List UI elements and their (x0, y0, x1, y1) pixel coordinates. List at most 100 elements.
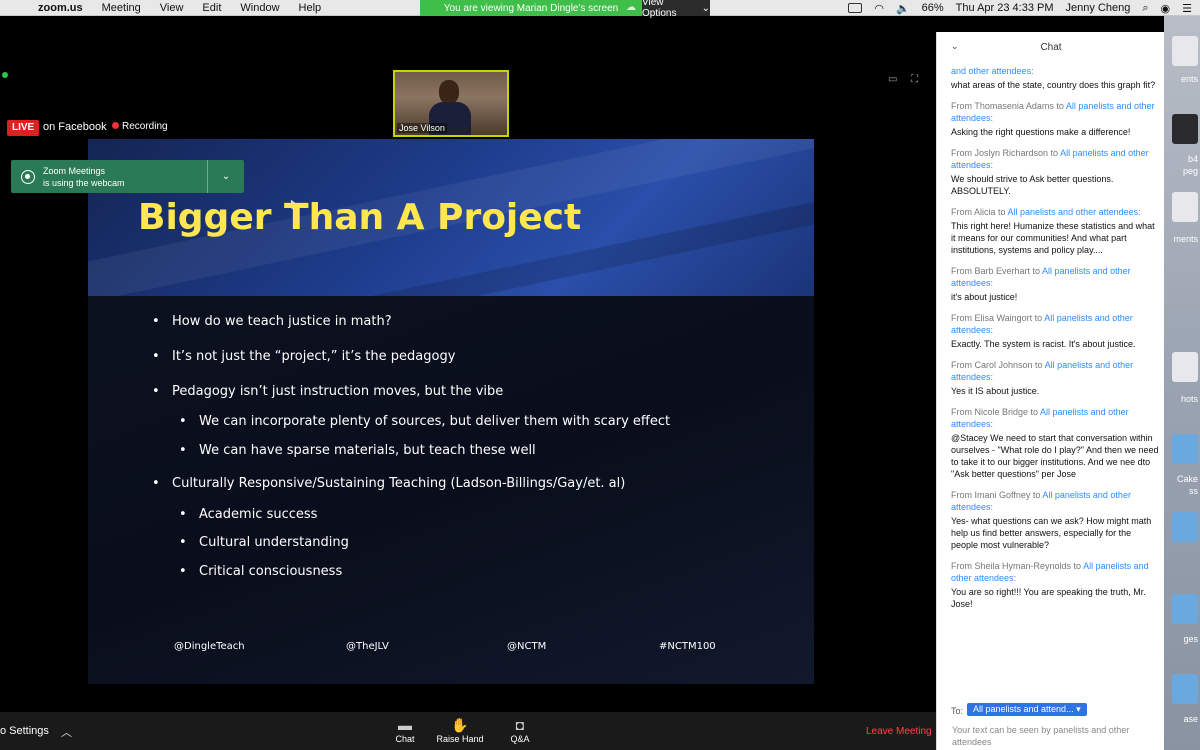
menu-app-name[interactable]: zoom.us (38, 2, 83, 14)
search-icon[interactable]: ⌕ (1142, 2, 1148, 15)
menu-edit[interactable]: Edit (202, 2, 221, 14)
chat-message: From Barb Everhart to All panelists and … (951, 266, 1131, 302)
hand-icon: ✋ (451, 717, 469, 733)
desktop-folder-icon[interactable] (1172, 594, 1198, 624)
user-name[interactable]: Jenny Cheng (1066, 2, 1131, 14)
desktop-file-icon[interactable] (1172, 192, 1198, 222)
fullscreen-icon[interactable]: ⛶ (911, 74, 918, 85)
desktop-icon-label: ments (1173, 234, 1198, 244)
participant-name: Jose Vilson (397, 123, 447, 133)
desktop-background: ents b4 peg ments hots Cake ss ges ase (1164, 16, 1200, 750)
slide-footer-handle: @DingleTeach (174, 641, 245, 652)
qa-bubbles-icon: ◘ (515, 717, 525, 733)
layout-toggle-icon[interactable]: ▭ (888, 74, 897, 85)
slide-footer-handle: @TheJLV (346, 641, 389, 652)
slide-sub-bullet: • Academic success (179, 507, 318, 522)
menu-window[interactable]: Window (240, 2, 279, 14)
chat-panel: ⌄ Chat and other attendees: what areas o… (936, 32, 1164, 750)
chat-message: From Alicia to All panelists and other a… (951, 207, 1155, 255)
record-dot-icon (112, 122, 119, 129)
slide-sub-bullet: • We can have sparse materials, but teach… (179, 443, 536, 458)
desktop-folder-icon[interactable] (1172, 674, 1198, 704)
live-label: LIVE (12, 122, 35, 133)
chat-message: From Elisa Waingort to All panelists and… (951, 313, 1136, 349)
desktop-file-icon[interactable] (1172, 352, 1198, 382)
menu-help[interactable]: Help (299, 2, 322, 14)
siri-icon[interactable]: ◉ (1161, 2, 1171, 15)
desktop-icon-label: hots (1180, 394, 1198, 404)
desktop-icon-label: ase (1183, 714, 1198, 724)
chat-input[interactable]: Your text can be seen by panelists and o… (952, 724, 1152, 748)
menu-meeting[interactable]: Meeting (102, 2, 141, 14)
chat-button-label: Chat (395, 734, 415, 744)
desktop-icon-label: b4 (1187, 154, 1198, 164)
share-banner-text: You are viewing Marian Dingle's screen (443, 2, 619, 14)
desktop-icon-label: peg (1182, 166, 1198, 176)
wifi-icon[interactable]: ◠ (874, 2, 884, 15)
chat-compose: To: All panelists and attend... ▾ Your t… (937, 700, 1165, 750)
screen-share-banner: You are viewing Marian Dingle's screen ☁ (420, 0, 642, 16)
chat-header: ⌄ Chat (937, 32, 1165, 60)
battery-percent[interactable]: 66% (922, 2, 944, 14)
desktop-file-icon[interactable] (1172, 114, 1198, 144)
chevron-up-icon[interactable]: ︿ (61, 724, 72, 740)
chat-message: From Nicole Bridge to All panelists and … (951, 407, 1159, 479)
chat-message: From Sheila Hyman-Reynolds to All paneli… (951, 561, 1149, 609)
live-badge[interactable]: LIVE (7, 120, 40, 136)
slide-sub-bullet: • Critical consciousness (179, 564, 343, 579)
desktop-folder-icon[interactable] (1172, 434, 1198, 464)
recording-indicator: Recording (112, 121, 168, 132)
chat-title: Chat (1040, 42, 1062, 53)
desktop-icon-label: Cake (1176, 474, 1198, 484)
shared-slide: Bigger Than A Project • How do we teach j… (88, 139, 814, 684)
chat-button[interactable]: ▬ Chat (375, 716, 435, 744)
raise-hand-label: Raise Hand (436, 734, 484, 744)
view-options-label: View Options (642, 0, 677, 19)
cloud-icon: ☁ (626, 2, 636, 13)
menu-bar: zoom.us Meeting View Edit Window Help Yo… (0, 0, 1200, 19)
slide-bullet: • It’s not just the “project,” it’s the p… (152, 349, 456, 364)
meeting-toolbar: o Settings ︿ ▬ Chat ✋ Raise Hand ◘ Q&A L… (0, 712, 936, 750)
zoom-status-icon[interactable] (848, 3, 863, 13)
webcam-notification[interactable]: Zoom Meetings is using the webcam ⌄ (11, 160, 244, 193)
desktop-folder-icon[interactable] (1172, 512, 1198, 542)
qa-button[interactable]: ◘ Q&A (490, 716, 550, 744)
volume-icon[interactable]: 🔈 (896, 2, 910, 15)
webcam-notification-app: Zoom Meetings (43, 165, 106, 176)
audio-settings-button[interactable]: o Settings (0, 725, 49, 737)
leave-meeting-button[interactable]: Leave Meeting (866, 726, 932, 737)
chat-message: From Thomasenia Adams to All panelists a… (951, 101, 1155, 137)
slide-sub-bullet: • We can incorporate plenty of sources, b… (179, 414, 671, 429)
slide-bullet: • Culturally Responsive/Sustaining Teachi… (152, 476, 626, 491)
desktop-icon-label: ges (1183, 634, 1198, 644)
chevron-down-icon[interactable]: ⌄ (208, 171, 244, 182)
chat-message: From Imani Goffney to All panelists and … (951, 490, 1152, 550)
webcam-notification-message: is using the webcam (43, 177, 125, 188)
chat-to-label: To: (951, 706, 964, 716)
webcam-icon (21, 169, 35, 184)
qa-button-label: Q&A (510, 734, 530, 744)
desktop-file-icon[interactable] (1172, 36, 1198, 66)
clock[interactable]: Thu Apr 23 4:33 PM (956, 2, 1054, 14)
window-zoom-traffic-light[interactable] (2, 72, 8, 78)
slide-bullet: • How do we teach justice in math? (152, 314, 392, 329)
webcam-notification-text: Zoom Meetings is using the webcam (43, 165, 207, 189)
desktop-icon-label: ss (1189, 486, 1198, 496)
slide-footer-handle: @NCTM (507, 641, 547, 652)
chat-recipient-select[interactable]: All panelists and attend... ▾ (967, 703, 1087, 716)
live-platform: on Facebook (43, 121, 107, 133)
notification-center-icon[interactable]: ☰ (1182, 2, 1192, 15)
slide-bullet: • Pedagogy isn’t just instruction moves, … (152, 384, 504, 399)
participant-video[interactable]: Jose Vilson (393, 70, 509, 137)
slide-title: Bigger Than A Project (138, 197, 582, 238)
chat-message-list[interactable]: and other attendees: what areas of the s… (951, 65, 1159, 619)
raise-hand-button[interactable]: ✋ Raise Hand (430, 716, 490, 744)
recording-label: Recording (122, 121, 168, 132)
chat-message: From Joslyn Richardson to All panelists … (951, 148, 1149, 196)
view-options-button[interactable]: View Options ⌄ (642, 0, 710, 19)
menu-view[interactable]: View (160, 2, 184, 14)
chat-message: From Carol Johnson to All panelists and … (951, 360, 1134, 396)
chat-message: and other attendees: what areas of the s… (951, 66, 1156, 90)
slide-footer-handle: #NCTM100 (659, 641, 716, 652)
chat-bubble-icon: ▬ (398, 717, 412, 733)
